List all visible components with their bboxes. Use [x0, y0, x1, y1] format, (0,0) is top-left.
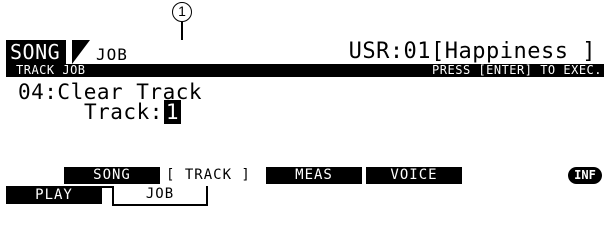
lcd-screen: SONG JOB USR:01[Happiness ] TRACK JOB PR… [6, 40, 604, 206]
bottom-tab-divider [102, 186, 112, 188]
mode-tab-wedge [72, 40, 90, 64]
status-bar-right: PRESS [ENTER] TO EXEC. [432, 63, 602, 77]
function-tabs: SONG [ TRACK ] MEAS VOICE INF [6, 167, 604, 184]
track-parameter-label: Track: [84, 100, 163, 124]
bottom-tabs: PLAY JOB [6, 186, 604, 206]
status-bar: TRACK JOB PRESS [ENTER] TO EXEC. [6, 64, 604, 77]
info-button[interactable]: INF [568, 167, 602, 184]
bottom-tab-job[interactable]: JOB [112, 186, 208, 206]
tab-voice[interactable]: VOICE [366, 167, 462, 184]
bottom-tab-play[interactable]: PLAY [6, 186, 102, 204]
tab-meas[interactable]: MEAS [266, 167, 362, 184]
mode-label: SONG [6, 40, 67, 64]
tab-track[interactable]: [ TRACK ] [166, 167, 262, 184]
tab-song[interactable]: SONG [64, 167, 160, 184]
track-parameter-value[interactable]: 1 [163, 100, 182, 124]
track-parameter: Track: 1 [84, 100, 182, 124]
status-bar-left: TRACK JOB [16, 63, 86, 77]
submode-label: JOB [96, 45, 128, 64]
song-title: USR:01[Happiness ] [348, 39, 596, 64]
callout-number: 1 [172, 2, 192, 22]
